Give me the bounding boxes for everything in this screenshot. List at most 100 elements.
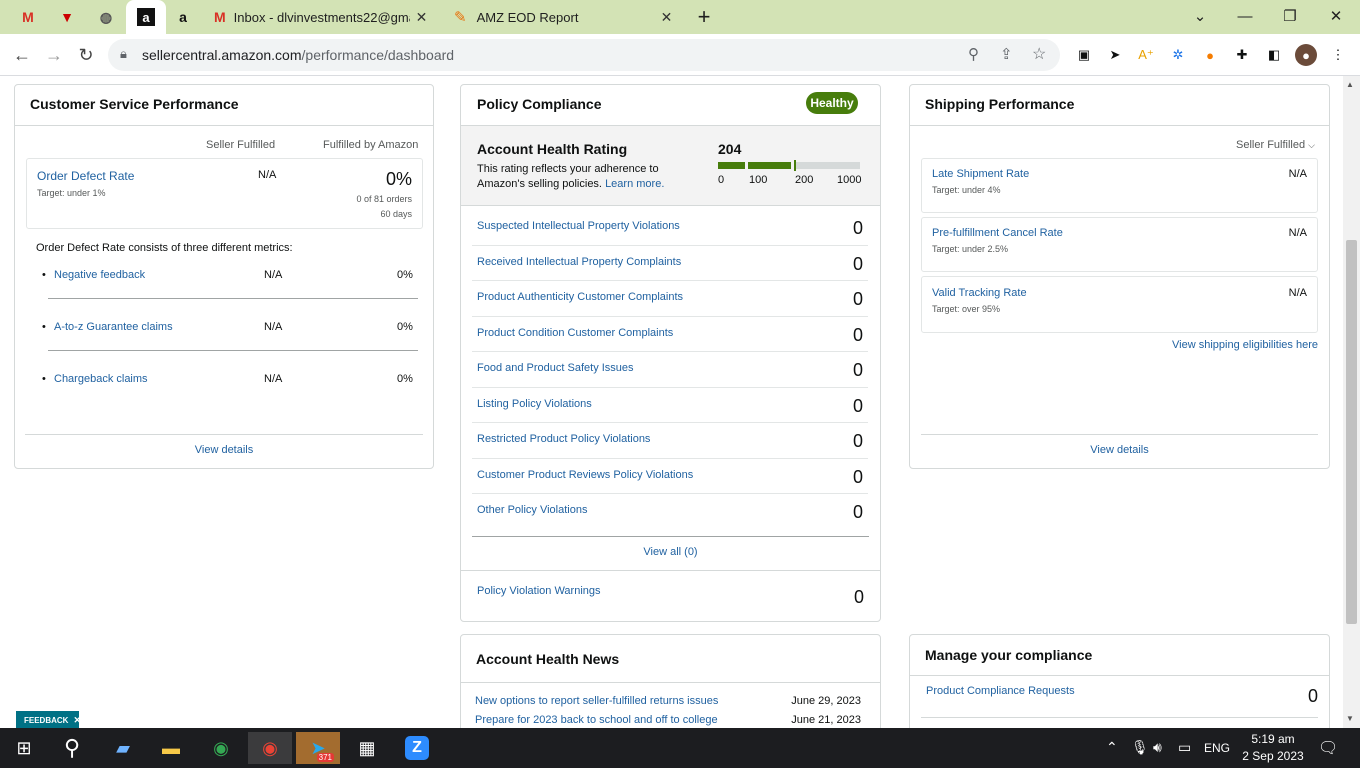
metric-value: N/A	[1288, 287, 1307, 299]
policy-row-link[interactable]: Listing Policy Violations	[477, 398, 592, 410]
reload-icon[interactable]: ↻	[73, 42, 99, 68]
minimize-button[interactable]: —	[1225, 4, 1265, 28]
microphone-icon[interactable]: 🎙︎	[1131, 739, 1149, 756]
status-badge: Healthy	[806, 92, 858, 114]
ahr-description-line2: Amazon's selling policies. Learn more.	[477, 178, 664, 190]
divider	[472, 536, 869, 537]
back-icon[interactable]: ←	[9, 42, 35, 68]
network-icon[interactable]: ▭	[1178, 739, 1191, 756]
windows-start-icon[interactable]: ⊞	[2, 732, 46, 764]
shipping-eligibilities-link[interactable]: View shipping eligibilities here	[1172, 339, 1318, 351]
globe-icon[interactable]: ◍	[96, 7, 116, 27]
policy-violation-warnings-link[interactable]: Policy Violation Warnings	[477, 585, 601, 597]
view-details-link[interactable]: View details	[15, 444, 433, 456]
card-title: Shipping Performance	[925, 96, 1075, 112]
scrollbar-thumb[interactable]	[1346, 240, 1357, 624]
policy-row-count: 0	[852, 466, 863, 487]
close-icon[interactable]: ✕	[661, 9, 673, 26]
policy-row-link[interactable]: Suspected Intellectual Property Violatio…	[477, 220, 680, 232]
gmail-icon[interactable]: M	[18, 7, 38, 27]
policy-row-link[interactable]: Received Intellectual Property Complaint…	[477, 256, 681, 268]
share-icon[interactable]: ⇪	[1000, 45, 1013, 63]
feedback-button[interactable]: FEEDBACK ✕	[16, 711, 81, 729]
policy-row-count: 0	[852, 502, 863, 522]
desktop-icon[interactable]: ▰	[101, 732, 145, 764]
close-icon[interactable]: ✕	[416, 9, 428, 26]
zoom-app-icon[interactable]: Z	[395, 732, 439, 764]
odr-period: 60 days	[380, 209, 412, 219]
news-item-link[interactable]: Prepare for 2023 back to school and off …	[475, 714, 718, 726]
extension-off-icon[interactable]: ▣	[1073, 44, 1095, 66]
policy-row-link[interactable]: Restricted Product Policy Violations	[477, 433, 650, 445]
vpn-icon[interactable]: ▼	[57, 7, 77, 27]
clock-date[interactable]: 2 Sep 2023	[1240, 749, 1306, 763]
extension-scout-icon[interactable]: A⁺	[1135, 44, 1157, 66]
fulfillment-filter-dropdown[interactable]: Seller Fulfilled ⌵	[1236, 139, 1315, 151]
news-item-link[interactable]: New options to report seller-fulfilled r…	[475, 695, 718, 707]
table-row: Customer Product Reviews Policy Violatio…	[461, 459, 879, 494]
address-bar[interactable]: 🔒︎ sellercentral.amazon.com/performance/…	[108, 39, 1060, 71]
order-defect-rate-link[interactable]: Order Defect Rate	[37, 169, 134, 183]
policy-row-link[interactable]: Food and Product Safety Issues	[477, 362, 634, 374]
ahr-scale-bar	[718, 160, 860, 171]
notifications-icon[interactable]: 🗨︎	[1318, 738, 1338, 758]
tab-amz-eod-report[interactable]: ✎ AMZ EOD Report ✕	[446, 0, 682, 34]
extension-pen-icon[interactable]: ➤	[1104, 44, 1126, 66]
file-explorer-icon[interactable]: ▬	[149, 732, 193, 764]
view-details-link[interactable]: View details	[910, 444, 1329, 456]
learn-more-link[interactable]: Learn more.	[605, 178, 664, 190]
amazon-icon[interactable]: a	[173, 7, 193, 27]
volume-icon[interactable]: 🔊︎	[1153, 739, 1162, 756]
close-icon[interactable]: ✕	[73, 715, 81, 726]
chrome-icon[interactable]: ◉	[199, 732, 243, 764]
policy-row-link[interactable]: Customer Product Reviews Policy Violatio…	[477, 469, 693, 481]
chargeback-seller: N/A	[264, 373, 283, 385]
ahr-description: This rating reflects your adherence to	[477, 163, 659, 175]
profile-avatar[interactable]: ●	[1295, 44, 1317, 66]
language-indicator[interactable]: ENG	[1204, 741, 1230, 755]
a-to-z-seller: N/A	[264, 321, 283, 333]
a-to-z-claims-link[interactable]: A-to-z Guarantee claims	[42, 321, 173, 333]
late-shipment-rate-link[interactable]: Late Shipment Rate	[932, 168, 1029, 180]
policy-row-link[interactable]: Product Condition Customer Complaints	[477, 327, 673, 339]
forward-icon[interactable]: →	[41, 42, 67, 68]
clock-time[interactable]: 5:19 am	[1242, 732, 1304, 746]
side-panel-icon[interactable]: ◧	[1263, 44, 1285, 66]
divider	[15, 125, 433, 126]
telegram-icon[interactable]: ➤ 371	[296, 732, 340, 764]
zoom-icon[interactable]: ⚲	[968, 45, 979, 63]
bookmark-star-icon[interactable]: ☆	[1032, 44, 1046, 64]
chargeback-claims-link[interactable]: Chargeback claims	[42, 373, 147, 385]
new-tab-button[interactable]: +	[692, 0, 716, 34]
metric-target: Target: under 4%	[932, 185, 1001, 195]
scroll-down-arrow[interactable]: ▼	[1346, 714, 1354, 723]
policy-row-link[interactable]: Other Policy Violations	[477, 504, 587, 516]
chevron-down-icon[interactable]: ⌄	[1180, 4, 1220, 28]
restore-button[interactable]: ❐	[1270, 4, 1310, 28]
calculator-icon[interactable]: ▦	[345, 732, 389, 764]
search-icon[interactable]: ⚲	[50, 732, 94, 764]
tab-gmail-inbox[interactable]: M Inbox - dlvinvestments22@gmail ✕	[206, 0, 436, 34]
table-row: Food and Product Safety Issues 0	[461, 352, 879, 388]
chrome-profile-icon[interactable]: ◉	[248, 732, 292, 764]
chargeback-fba: 0%	[397, 373, 413, 385]
product-compliance-count: 0	[1307, 686, 1318, 706]
scroll-up-arrow[interactable]: ▲	[1346, 80, 1354, 89]
negative-feedback-link[interactable]: Negative feedback	[42, 269, 145, 281]
extension-blue-icon[interactable]: ✲	[1167, 44, 1189, 66]
policy-row-link[interactable]: Product Authenticity Customer Complaints	[477, 291, 683, 303]
cancel-rate-link[interactable]: Pre-fulfillment Cancel Rate	[932, 227, 1063, 239]
table-row: Received Intellectual Property Complaint…	[461, 246, 879, 281]
ahr-description-text: Amazon's selling policies.	[477, 178, 602, 190]
chevron-up-icon[interactable]: ⌃	[1106, 739, 1118, 756]
close-window-button[interactable]: ✕	[1316, 4, 1356, 28]
product-compliance-requests-link[interactable]: Product Compliance Requests	[926, 685, 1075, 697]
extensions-puzzle-icon[interactable]: ✚	[1231, 44, 1253, 66]
tab-amazon-active[interactable]: a	[126, 0, 166, 34]
valid-tracking-rate-link[interactable]: Valid Tracking Rate	[932, 287, 1027, 299]
extension-orange-icon[interactable]: ●	[1199, 44, 1221, 66]
zoom-app-logo: Z	[405, 736, 429, 760]
view-all-link[interactable]: View all (0)	[461, 546, 880, 558]
filter-label: Seller Fulfilled	[1236, 139, 1306, 151]
menu-kebab-icon[interactable]: ⋮	[1327, 44, 1349, 66]
